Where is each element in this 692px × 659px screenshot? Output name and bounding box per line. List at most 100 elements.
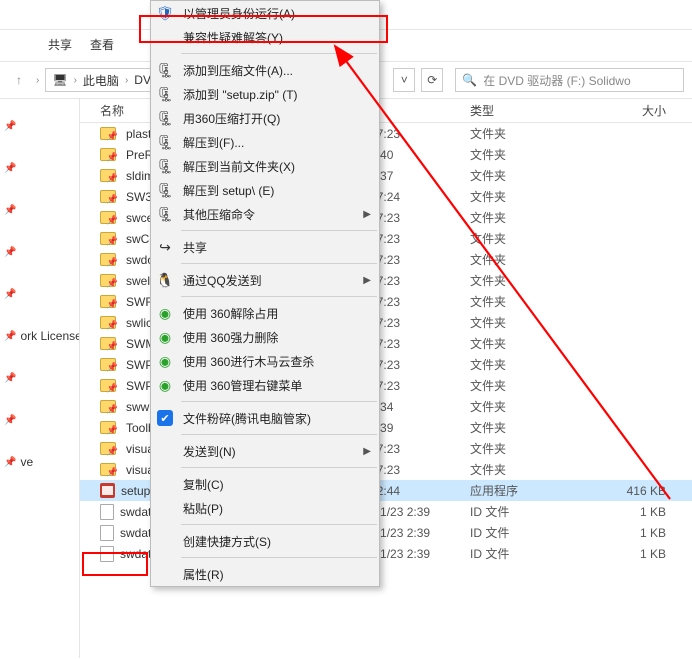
file-name: setup	[121, 484, 150, 498]
folder-icon	[100, 421, 116, 434]
folder-icon	[100, 358, 116, 371]
file-type: 文件夹	[470, 461, 590, 478]
menu-item[interactable]: ◉使用 360管理右键菜单	[151, 373, 379, 397]
file-type: 文件夹	[470, 419, 590, 436]
file-type: ID 文件	[470, 524, 590, 541]
col-size[interactable]: 大小	[590, 102, 692, 119]
pin-icon: 📌	[4, 457, 16, 468]
archive-icon: 🗜	[155, 84, 175, 104]
blank-icon	[155, 531, 175, 551]
menu-item[interactable]: ✔文件粉碎(腾讯电脑管家)	[151, 406, 379, 430]
menu-item[interactable]: 兼容性疑难解答(Y)	[151, 25, 379, 49]
search-input[interactable]: 🔍 在 DVD 驱动器 (F:) Solidwo	[455, 68, 684, 92]
leftnav-item[interactable]: 📌	[0, 147, 79, 189]
menu-item[interactable]: 🗜添加到 "setup.zip" (T)	[151, 82, 379, 106]
file-name: swwi	[126, 400, 152, 414]
file-type: 文件夹	[470, 314, 590, 331]
menu-item-label: 共享	[183, 239, 371, 256]
search-placeholder: 在 DVD 驱动器 (F:) Solidwo	[483, 72, 630, 89]
qq-icon: 🐧	[155, 270, 175, 290]
menu-item-label: 解压到(F)...	[183, 134, 371, 151]
file-type: 文件夹	[470, 188, 590, 205]
address-history-button[interactable]: ˅	[393, 68, 415, 92]
menu-item[interactable]: 🗜解压到当前文件夹(X)	[151, 154, 379, 178]
menu-item[interactable]: ◉使用 360解除占用	[151, 301, 379, 325]
blank-icon	[155, 498, 175, 518]
menu-item[interactable]: 🗜解压到 setup\ (E)	[151, 178, 379, 202]
menu-item-label: 使用 360解除占用	[183, 305, 371, 322]
leftnav-item[interactable]: 📌	[0, 399, 79, 441]
menu-separator	[181, 557, 377, 558]
folder-icon	[100, 148, 116, 161]
file-type: 文件夹	[470, 146, 590, 163]
breadcrumb-this-pc[interactable]: 此电脑	[83, 72, 119, 89]
menu-item[interactable]: ◉ 使用 360进行木马云查杀	[151, 349, 379, 373]
left-nav[interactable]: 📌📌📌📌📌📌ork License I📌📌📌ve	[0, 99, 80, 658]
file-type: 文件夹	[470, 377, 590, 394]
360-icon: ◉	[155, 375, 175, 395]
archive-icon: 🗜	[155, 156, 175, 176]
file-size: 1 KB	[590, 505, 692, 519]
file-icon	[100, 504, 114, 520]
shield-icon: 🛡	[155, 3, 175, 23]
menu-item[interactable]: 🗜添加到压缩文件(A)...	[151, 58, 379, 82]
leftnav-item[interactable]: 📌ve	[0, 441, 79, 483]
menu-item[interactable]: 创建快捷方式(S)	[151, 529, 379, 553]
breadcrumb[interactable]: 🖥 › 此电脑 › DVD	[45, 68, 166, 92]
share-icon: ↪	[155, 237, 175, 257]
menu-item[interactable]: 复制(C)	[151, 472, 379, 496]
folder-icon	[100, 232, 116, 245]
col-type[interactable]: 类型	[470, 102, 590, 119]
menu-item[interactable]: 粘贴(P)	[151, 496, 379, 520]
menu-item-label: 复制(C)	[183, 476, 371, 493]
menu-item-label: 通过QQ发送到	[183, 272, 355, 289]
file-type: ID 文件	[470, 503, 590, 520]
folder-icon	[100, 127, 116, 140]
tab-view[interactable]: 查看	[90, 36, 114, 53]
menu-item[interactable]: 发送到(N)▶	[151, 439, 379, 463]
pin-icon: 📌	[4, 373, 16, 384]
menu-item[interactable]: 🛡以管理员身份运行(A)	[151, 1, 379, 25]
menu-item-label: 属性(R)	[183, 566, 371, 583]
menu-item[interactable]: ◉使用 360强力删除	[151, 325, 379, 349]
menu-item-label: 使用 360进行木马云查杀	[183, 353, 371, 370]
leftnav-item[interactable]: 📌	[0, 189, 79, 231]
pin-icon: 📌	[4, 415, 16, 426]
up-button[interactable]: ↑	[8, 69, 30, 91]
leftnav-item[interactable]: 📌	[0, 357, 79, 399]
menu-item[interactable]: 🐧通过QQ发送到▶	[151, 268, 379, 292]
folder-icon	[100, 190, 116, 203]
submenu-arrow-icon: ▶	[363, 446, 371, 457]
folder-icon	[100, 274, 116, 287]
file-type: 文件夹	[470, 335, 590, 352]
leftnav-item[interactable]: 📌	[0, 231, 79, 273]
leftnav-item[interactable]: 📌ork License I	[0, 315, 79, 357]
folder-icon	[100, 316, 116, 329]
tab-share[interactable]: 共享	[48, 36, 72, 53]
blank-icon	[155, 441, 175, 461]
leftnav-item[interactable]: 📌	[0, 273, 79, 315]
menu-item[interactable]: 🗜用360压缩打开(Q)	[151, 106, 379, 130]
installer-icon	[100, 483, 115, 498]
folder-icon	[100, 379, 116, 392]
refresh-button[interactable]: ⟳	[421, 68, 443, 92]
menu-item-label: 粘贴(P)	[183, 500, 371, 517]
menu-item[interactable]: ↪ 共享	[151, 235, 379, 259]
360-icon: ◉	[155, 351, 175, 371]
menu-item-label: 其他压缩命令	[183, 206, 355, 223]
menu-item-label: 兼容性疑难解答(Y)	[183, 29, 371, 46]
file-type: 文件夹	[470, 398, 590, 415]
file-size: 1 KB	[590, 547, 692, 561]
menu-separator	[181, 53, 377, 54]
menu-item-label: 用360压缩打开(Q)	[183, 110, 371, 127]
menu-item[interactable]: 属性(R)	[151, 562, 379, 586]
blank-icon	[155, 564, 175, 584]
menu-separator	[181, 296, 377, 297]
folder-icon	[100, 253, 116, 266]
menu-item[interactable]: 🗜其他压缩命令▶	[151, 202, 379, 226]
menu-item-label: 创建快捷方式(S)	[183, 533, 371, 550]
pin-icon: 📌	[4, 205, 16, 216]
leftnav-item[interactable]: 📌	[0, 105, 79, 147]
menu-item[interactable]: 🗜解压到(F)...	[151, 130, 379, 154]
menu-separator	[181, 263, 377, 264]
